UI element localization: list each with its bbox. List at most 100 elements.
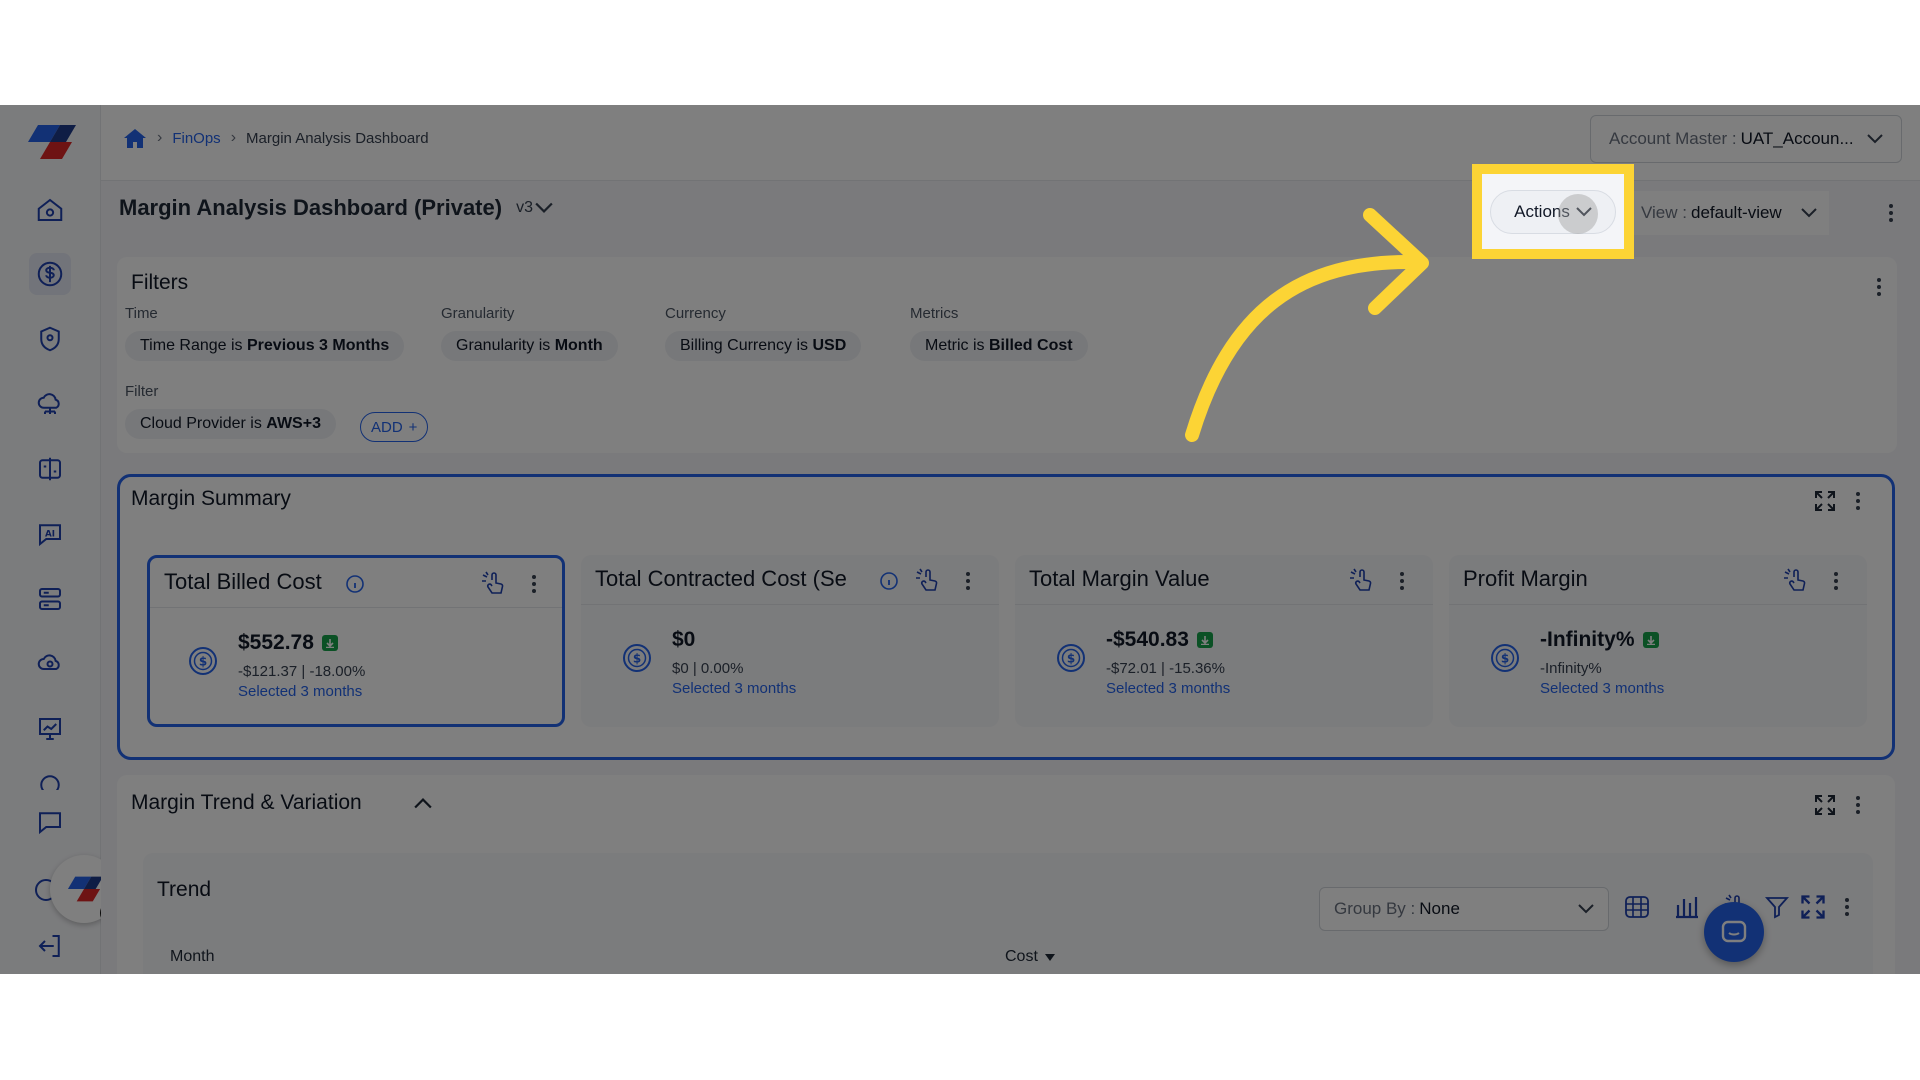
trend-card-more-icon[interactable] [1837, 893, 1857, 921]
summary-more-icon[interactable] [1848, 487, 1868, 515]
home-breadcrumb-icon[interactable] [123, 127, 147, 149]
version-label: v3 [516, 199, 533, 216]
cloud-user-icon[interactable] [29, 643, 71, 685]
filters-more-icon[interactable] [1869, 273, 1889, 301]
expand-icon[interactable] [1813, 793, 1837, 817]
kpi-title: Profit Margin [1463, 566, 1588, 591]
filter-chip-time[interactable]: Time Range is Previous 3 Months [125, 331, 405, 361]
filter-group-time: Time Time Range is Previous 3 Months [125, 305, 405, 361]
arrow-down-icon [321, 635, 338, 651]
trend-section-more-icon[interactable] [1848, 791, 1868, 819]
filter-group-currency: Currency Billing Currency is USD [665, 305, 862, 361]
group-by-select[interactable]: Group By : None [1319, 887, 1609, 931]
expand-icon[interactable] [1799, 893, 1827, 921]
cloud-network-icon[interactable] [29, 383, 71, 425]
page-header: Margin Analysis Dashboard (Private) v3 [119, 195, 553, 221]
chip-value: AWS+3 [266, 415, 321, 432]
filter-chip-metrics[interactable]: Metric is Billed Cost [910, 331, 1088, 361]
expand-icon[interactable] [1813, 489, 1837, 513]
filter-group-filter: Filter Cloud Provider is AWS+3 [125, 383, 336, 439]
kpi-amount: $552.78 [238, 631, 338, 655]
settings-icon[interactable] [29, 770, 71, 790]
compare-icon[interactable] [29, 448, 71, 490]
drilldown-pointer-icon[interactable] [1348, 567, 1376, 595]
kpi-title: Total Billed Cost [164, 569, 322, 594]
sidebar: AI [0, 105, 101, 974]
shield-icon[interactable] [29, 318, 71, 360]
chat-support-button[interactable] [1704, 902, 1764, 962]
bar-chart-icon[interactable] [1673, 893, 1701, 921]
main-content: › FinOps › Margin Analysis Dashboard Acc… [101, 105, 1920, 974]
card-more-icon[interactable] [524, 570, 544, 598]
svg-text:$: $ [1067, 652, 1075, 666]
chip-prefix: Billing Currency is [680, 337, 813, 354]
drilldown-pointer-icon[interactable] [1782, 567, 1810, 595]
filter-group-granularity: Granularity Granularity is Month [441, 305, 618, 361]
chevron-right-icon: › [230, 129, 237, 146]
ai-chat-icon[interactable]: AI [29, 513, 71, 555]
kpi-period: Selected 3 months [238, 683, 363, 700]
kpi-card-profit-margin[interactable]: Profit Margin $ -Infinity% -Infinity% Se… [1449, 555, 1867, 727]
kpi-value: $0 [672, 628, 696, 651]
card-divider [1449, 604, 1867, 605]
info-icon[interactable] [345, 574, 365, 594]
logout-icon[interactable] [29, 925, 71, 967]
filter-funnel-icon[interactable] [1763, 893, 1791, 921]
add-filter-label: ADD [371, 418, 403, 436]
kpi-delta: -Infinity% [1540, 660, 1602, 677]
home-icon[interactable] [29, 189, 71, 231]
info-icon[interactable] [879, 571, 899, 591]
kpi-period: Selected 3 months [1106, 680, 1231, 697]
chip-value: Previous 3 Months [247, 337, 390, 354]
version-select[interactable]: v3 [516, 199, 553, 217]
kpi-delta: $0 | 0.00% [672, 660, 744, 677]
dollar-coin-icon: $ [1057, 644, 1085, 672]
card-more-icon[interactable] [958, 567, 978, 595]
kpi-value: $552.78 [238, 631, 314, 654]
kpi-period: Selected 3 months [1540, 680, 1665, 697]
kpi-title: Total Margin Value [1029, 566, 1210, 591]
page-title: Margin Analysis Dashboard (Private) [119, 195, 503, 220]
card-more-icon[interactable] [1826, 567, 1846, 595]
kpi-card-margin-value[interactable]: Total Margin Value $ -$540.83 -$72.01 | … [1015, 555, 1433, 727]
highlight-spotlight: Actions [1482, 174, 1624, 249]
column-header-month[interactable]: Month [170, 948, 214, 966]
card-divider [150, 607, 562, 608]
drilldown-pointer-icon[interactable] [480, 570, 508, 598]
presentation-chart-icon[interactable] [29, 708, 71, 750]
chip-value: USD [812, 337, 847, 354]
add-filter-button[interactable]: ADD + [360, 412, 429, 442]
finops-dollar-icon[interactable] [29, 253, 71, 295]
chevron-right-icon: › [157, 129, 163, 146]
view-select[interactable]: View : default-view [1629, 191, 1829, 235]
support-chat-icon[interactable] [29, 801, 71, 843]
filters-title: Filters [131, 271, 189, 294]
plus-icon: + [408, 418, 418, 436]
account-label: Account Master : [1609, 129, 1737, 148]
kpi-title: Total Contracted Cost (Se [595, 566, 847, 591]
server-list-icon[interactable] [29, 578, 71, 620]
column-header-cost[interactable]: Cost [1005, 948, 1056, 966]
kpi-amount: -$540.83 [1106, 628, 1213, 652]
breadcrumb-finops[interactable]: FinOps [172, 130, 220, 147]
filter-chip-granularity[interactable]: Granularity is Month [441, 331, 618, 361]
app-frame: AI 47 [0, 105, 1920, 974]
filter-chip-cloud-provider[interactable]: Cloud Provider is AWS+3 [125, 409, 336, 439]
filter-chip-currency[interactable]: Billing Currency is USD [665, 331, 862, 361]
group-by-value: None [1419, 899, 1460, 918]
launcher-logo-icon [67, 876, 103, 902]
kpi-card-contracted-cost[interactable]: Total Contracted Cost (Se $ $0 $0 | 0.00… [581, 555, 999, 727]
chip-prefix: Metric is [925, 337, 989, 354]
chevron-up-icon[interactable] [414, 797, 432, 809]
page-more-icon[interactable] [1881, 199, 1901, 227]
table-view-icon[interactable] [1623, 893, 1651, 921]
view-value: default-view [1691, 203, 1782, 222]
card-more-icon[interactable] [1392, 567, 1412, 595]
account-master-select[interactable]: Account Master : UAT_Accoun... [1590, 115, 1902, 163]
kpi-card-billed-cost[interactable]: Total Billed Cost $ $552.78 -$121.37 | -… [147, 555, 565, 727]
drilldown-pointer-icon[interactable] [914, 567, 942, 595]
filter-label: Metrics [910, 305, 959, 322]
filter-label: Currency [665, 305, 726, 322]
chip-prefix: Granularity is [456, 337, 555, 354]
app-logo[interactable] [24, 125, 76, 159]
